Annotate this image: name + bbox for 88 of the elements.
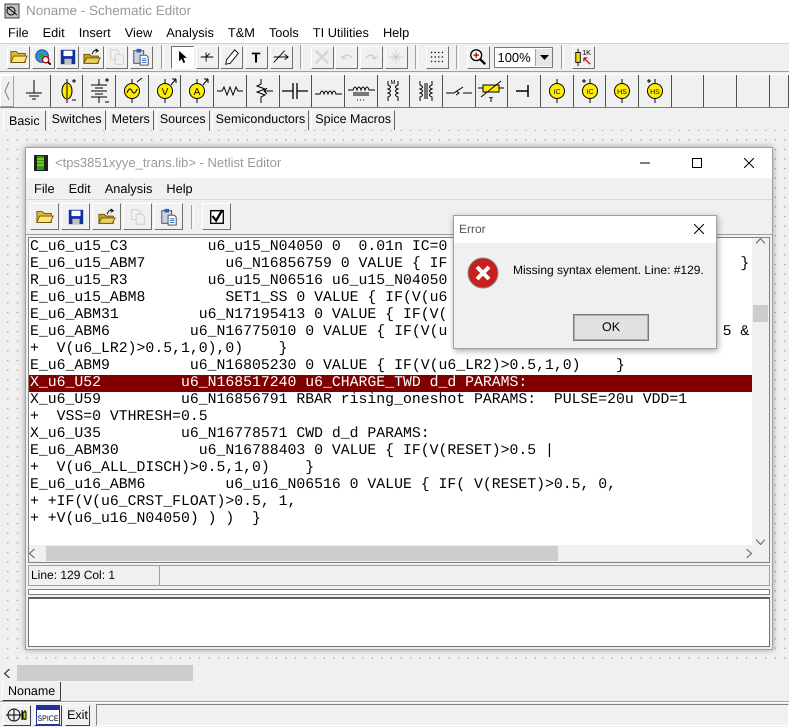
menu-item[interactable]: Analysis: [159, 22, 221, 42]
code-line: 5 &: [722, 324, 750, 341]
dialog-title: Error: [459, 222, 487, 236]
pencil-icon: [222, 48, 241, 66]
undo-icon: [340, 53, 354, 62]
scroll-left-icon: [29, 548, 35, 558]
code-line: + V(u6_LR2)>0.5,1,0),0) }: [29, 340, 288, 358]
clipboard-icon: [132, 48, 150, 66]
scroll-left-button[interactable]: [0, 74, 14, 107]
menu-item[interactable]: T&M: [220, 22, 262, 42]
code-line: + VSS=0 VTHRESH=0.5: [29, 408, 208, 426]
code-line: X_u6_U35 u6_N16778571 CWD d_d PARAMS:: [29, 426, 430, 443]
close-icon: [694, 224, 704, 234]
close-icon: [744, 158, 754, 168]
check-icon: [208, 208, 226, 226]
vertical-scrollbar[interactable]: [752, 238, 769, 545]
code-line: E_u6_u15_ABM7 u6_N16856759 0 VALUE { IF: [29, 256, 448, 273]
toolbar-button[interactable]: [171, 46, 194, 69]
pointer-icon: [178, 50, 188, 64]
globe-icon: [34, 48, 52, 66]
window-title: Noname - Schematic Editor: [26, 3, 192, 18]
tab[interactable]: Semiconductors: [212, 110, 310, 131]
junction-icon: [387, 48, 405, 66]
scrollbar-thumb[interactable]: [753, 304, 768, 322]
menu-item[interactable]: File: [1, 22, 36, 42]
copy-icon: [108, 48, 126, 66]
scrollbar-thumb[interactable]: [17, 665, 193, 681]
tab[interactable]: Spice Macros: [311, 110, 396, 131]
code-line: E_u6_ABM6 u6_N16775010 0 VALUE { IF(V(u: [29, 324, 448, 341]
menu-item[interactable]: Edit: [62, 178, 98, 198]
horizontal-scrollbar[interactable]: [29, 544, 752, 562]
tab[interactable]: Basic: [3, 110, 46, 133]
code-line: X_u6_U59 u6_N16856791 RBAR rising_oneshot PARAMS: PULSE=20u VDD=1: [29, 392, 688, 409]
schematic-button[interactable]: [3, 704, 31, 726]
code-line: + V(u6_ALL_DISCH)>0.5,1,0) }: [29, 460, 314, 477]
tab[interactable]: Sources: [156, 110, 210, 131]
code-line: E_u6_ABM31 u6_N17195413 0 VALUE { IF(V(: [29, 306, 448, 324]
app-icon: [4, 2, 20, 19]
folder-icon: [98, 208, 116, 226]
menu-item[interactable]: Analysis: [98, 178, 160, 198]
switch-icon: [444, 86, 473, 96]
menu-item[interactable]: Help: [376, 22, 416, 42]
zoom-value: 100%: [496, 50, 532, 65]
redo-icon: [364, 53, 378, 62]
code-line: E_u6_ABM30 u6_N16788403 0 VALUE { IF(V(RESET)>0.5 |: [29, 442, 554, 460]
copy-icon: [128, 208, 146, 226]
dropdown-arrow-icon: [540, 54, 549, 60]
document-tab[interactable]: Noname: [2, 682, 62, 701]
chevron-left-icon: [4, 80, 10, 101]
code-line: + +IF(V(u6_CRST_FLOAT)>0.5, 1,: [29, 494, 296, 511]
code-line: E_u6_ABM9 u6_N16805230 0 VALUE { IF(V(u6_LR2)>0.5,1,0) }: [29, 358, 625, 375]
code-line: C_u6_u15_C3 u6_u15_N04050 0 0.01n IC=0: [29, 238, 448, 256]
clipboard-icon: [160, 208, 178, 226]
folder-icon: [83, 48, 102, 66]
exit-button[interactable]: Exit: [65, 704, 90, 726]
menu-item[interactable]: File: [27, 178, 62, 198]
ok-button[interactable]: OK: [574, 314, 648, 340]
menu-item[interactable]: Help: [159, 178, 200, 198]
zoom-icon: [469, 48, 488, 66]
scroll-right-icon: [746, 548, 752, 558]
window-title: <tps3851xyye_trans.lib> - Netlist Editor: [55, 155, 282, 170]
error-icon: [467, 256, 499, 289]
scrollbar-thumb[interactable]: [46, 546, 558, 561]
menu-item[interactable]: Edit: [36, 22, 72, 42]
cross-icon: [313, 48, 332, 66]
code-line: E_u6_u15_ABM8 SET1_SS 0 VALUE { IF(V(u6: [29, 290, 448, 307]
tab[interactable]: Switches: [48, 110, 106, 131]
menu-item[interactable]: Insert: [72, 22, 118, 42]
notebook-icon: [33, 154, 49, 172]
schematic-icon: [5, 706, 29, 724]
code-line: + +V(u6_u16_N04050) ) ) }: [29, 510, 261, 528]
code-line: }: [740, 256, 750, 273]
tab[interactable]: Meters: [108, 110, 154, 131]
maximize-icon: [692, 158, 702, 168]
menu-item[interactable]: View: [118, 22, 160, 42]
component-button[interactable]: [214, 74, 247, 107]
menu-item[interactable]: TI Utilities: [306, 22, 376, 42]
zoom-dropdown[interactable]: 100%: [494, 46, 554, 68]
scroll-up-icon: [756, 238, 765, 244]
error-message: Missing syntax element. Line: #129.: [513, 262, 704, 277]
code-line: R_u6_u15_R3 u6_u15_N06516 u6_u15_N04050: [29, 272, 448, 290]
component-button[interactable]: [280, 74, 312, 107]
status-text: Line: 129 Col: 1: [29, 566, 160, 585]
scroll-left-icon: [4, 668, 10, 678]
menu-item[interactable]: Tools: [262, 22, 306, 42]
component-button[interactable]: [312, 74, 345, 107]
scroll-down-icon: [756, 538, 765, 545]
code-line: E_u6_u16_ABM6 u6_u16_N06516 0 VALUE { IF( V(RESET)>0.5, 0,: [29, 476, 616, 494]
